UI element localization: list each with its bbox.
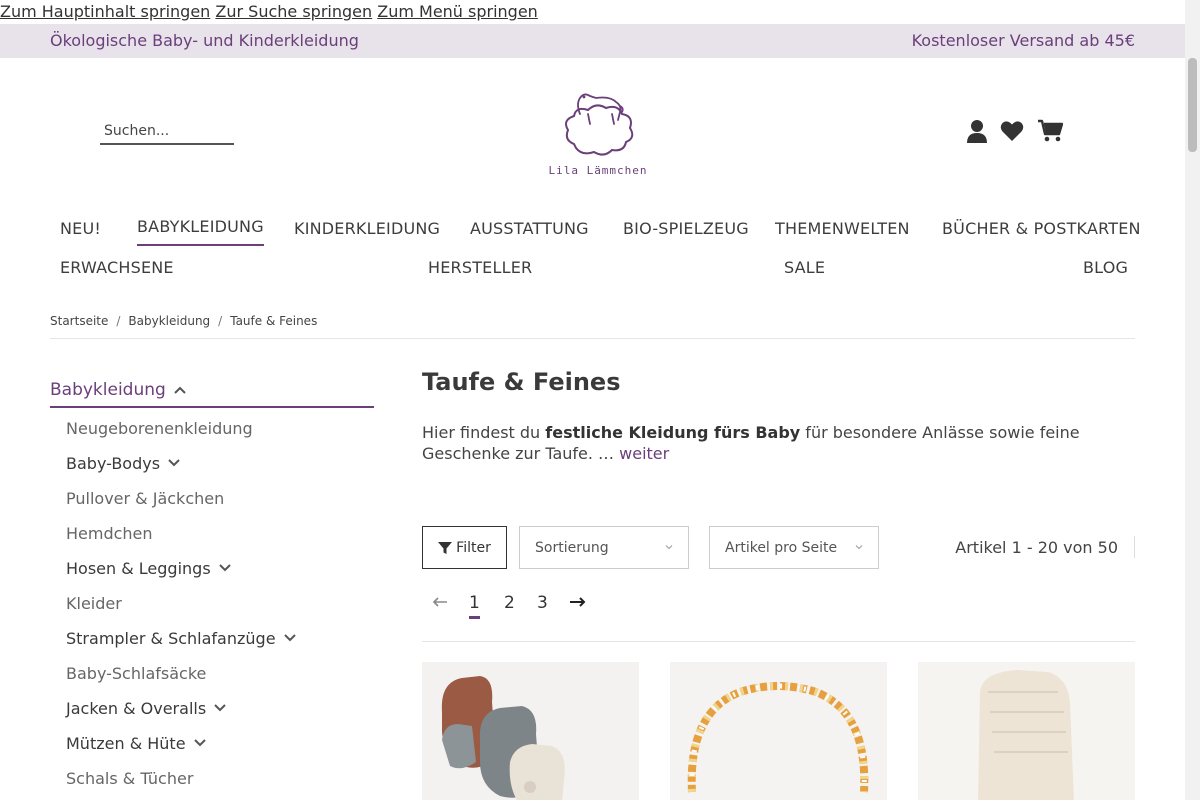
nav-item-babykleidung[interactable]: BABYKLEIDUNG xyxy=(137,210,264,246)
breadcrumb-current: Taufe & Feines xyxy=(230,314,318,328)
page-title: Taufe & Feines xyxy=(422,368,621,396)
skip-to-search-link[interactable]: Zur Suche springen xyxy=(215,2,372,21)
chevron-down-icon[interactable] xyxy=(283,634,296,642)
sidebar-item-kleider[interactable]: Kleider xyxy=(66,591,122,615)
logo[interactable]: Lila Lämmchen xyxy=(540,84,656,184)
breadcrumb: Startseite / Babykleidung / Taufe & Feines xyxy=(50,314,317,328)
sidebar-item-label: Hemdchen xyxy=(66,523,153,543)
category-sidebar: Babykleidung Neugeborenenkleidung Baby-B… xyxy=(50,374,374,788)
nav-item-sale[interactable]: SALE xyxy=(784,249,825,287)
page-1[interactable]: 1 xyxy=(469,590,480,619)
knit-bonnet-image xyxy=(918,662,1135,800)
sort-select-label: Sortierung xyxy=(535,539,609,556)
search-placeholder: Suchen... xyxy=(104,123,170,139)
tagline: Ökologische Baby- und Kinderkleidung xyxy=(50,31,359,50)
page-3[interactable]: 3 xyxy=(537,590,548,616)
read-more-link[interactable]: weiter xyxy=(619,444,669,463)
chevron-down-icon xyxy=(665,545,673,550)
top-info-bar: Ökologische Baby- und Kinderkleidung Kos… xyxy=(0,24,1185,58)
article-count: Artikel 1 - 20 von 50 xyxy=(955,538,1118,557)
sidebar-item-label: Neugeborenenkleidung xyxy=(66,418,253,438)
sidebar-heading-label: Babykleidung xyxy=(50,380,166,400)
skip-links: Zum Hauptinhalt springen Zur Suche sprin… xyxy=(0,0,1185,24)
filter-icon xyxy=(438,541,453,554)
sidebar-item-label: Schals & Tücher xyxy=(66,768,194,788)
nav-item-themenwelten[interactable]: THEMENWELTEN xyxy=(775,210,910,248)
divider xyxy=(50,338,1135,339)
nav-item-neu[interactable]: NEU! xyxy=(60,210,101,248)
per-page-select-label: Artikel pro Seite xyxy=(725,539,838,556)
sidebar-item-pullover[interactable]: Pullover & Jäckchen xyxy=(66,486,224,510)
nav-item-erwachsene[interactable]: ERWACHSENE xyxy=(60,249,174,287)
chevron-up-icon xyxy=(174,386,186,394)
sidebar-item-strampler[interactable]: Strampler & Schlafanzüge xyxy=(66,626,296,650)
brand-name: Lila Lämmchen xyxy=(548,164,648,177)
sidebar-heading[interactable]: Babykleidung xyxy=(50,374,374,408)
sidebar-item-baby-bodys[interactable]: Baby-Bodys xyxy=(66,451,180,475)
chevron-down-icon[interactable] xyxy=(214,704,226,712)
user-icon[interactable] xyxy=(962,116,992,146)
category-description: Hier findest du festliche Kleidung fürs … xyxy=(422,422,1135,464)
sidebar-item-label: Baby-Bodys xyxy=(66,453,161,473)
sidebar-item-schals-tuecher[interactable]: Schals & Tücher xyxy=(66,766,193,790)
sidebar-item-hemdchen[interactable]: Hemdchen xyxy=(66,521,153,545)
chevron-down-icon[interactable] xyxy=(218,564,231,572)
skip-to-menu-link[interactable]: Zum Menü springen xyxy=(377,2,538,21)
description-text: Hier findest du xyxy=(422,423,546,442)
divider xyxy=(422,641,1135,642)
nav-item-hersteller[interactable]: HERSTELLER xyxy=(428,249,532,287)
nav-item-kinderkleidung[interactable]: KINDERKLEIDUNG xyxy=(294,210,440,248)
chevron-down-icon xyxy=(855,545,863,550)
description-bold: festliche Kleidung fürs Baby xyxy=(545,423,801,442)
nav-item-blog[interactable]: BLOG xyxy=(1083,249,1128,287)
divider xyxy=(1134,536,1135,558)
sidebar-item-label: Pullover & Jäckchen xyxy=(66,488,225,508)
lamb-cloud-logo-icon xyxy=(565,93,634,156)
nav-item-ausstattung[interactable]: AUSSTATTUNG xyxy=(470,210,589,248)
sidebar-item-muetzen-huete[interactable]: Mützen & Hüte xyxy=(66,731,206,755)
breadcrumb-home[interactable]: Startseite xyxy=(50,314,108,328)
search-input[interactable]: Suchen... xyxy=(100,121,234,145)
next-page-icon[interactable] xyxy=(569,591,587,621)
scrollbar-thumb[interactable] xyxy=(1188,58,1197,152)
filter-label: Filter xyxy=(456,539,491,556)
per-page-select[interactable]: Artikel pro Seite xyxy=(709,526,879,569)
sidebar-item-neugeborenenkleidung[interactable]: Neugeborenenkleidung xyxy=(66,416,253,440)
product-image-knit-bonnet[interactable] xyxy=(918,662,1135,800)
breadcrumb-separator: / xyxy=(218,314,223,328)
sidebar-item-label: Mützen & Hüte xyxy=(66,733,186,753)
sidebar-item-hosen-leggings[interactable]: Hosen & Leggings xyxy=(66,556,231,580)
nav-item-bio-spielzeug[interactable]: BIO-SPIELZEUG xyxy=(623,210,749,248)
amber-necklace-image xyxy=(670,662,887,800)
cart-icon[interactable] xyxy=(1035,116,1065,146)
page-2[interactable]: 2 xyxy=(504,590,515,616)
product-image-amber-necklace[interactable] xyxy=(670,662,887,800)
breadcrumb-separator: / xyxy=(116,314,121,328)
product-image-booties[interactable] xyxy=(422,662,639,800)
heart-icon[interactable] xyxy=(997,116,1027,146)
prev-page-icon[interactable] xyxy=(432,591,448,621)
sidebar-item-jacken-overalls[interactable]: Jacken & Overalls xyxy=(66,696,226,720)
filter-button[interactable]: Filter xyxy=(422,526,507,569)
sidebar-item-label: Strampler & Schlafanzüge xyxy=(66,628,276,648)
chevron-down-icon[interactable] xyxy=(193,739,206,747)
sidebar-item-label: Kleider xyxy=(66,593,122,613)
shipping-note: Kostenloser Versand ab 45€ xyxy=(911,31,1135,50)
sidebar-item-schlafsaecke[interactable]: Baby-Schlafsäcke xyxy=(66,661,206,685)
nav-item-buecher-postkarten[interactable]: BÜCHER & POSTKARTEN xyxy=(942,210,1141,248)
sidebar-item-label: Hosen & Leggings xyxy=(66,558,211,578)
booties-image xyxy=(422,662,639,800)
chevron-down-icon[interactable] xyxy=(168,459,180,467)
skip-to-content-link[interactable]: Zum Hauptinhalt springen xyxy=(0,2,210,21)
breadcrumb-babykleidung[interactable]: Babykleidung xyxy=(128,314,210,328)
sidebar-item-label: Baby-Schlafsäcke xyxy=(66,663,207,683)
sort-select[interactable]: Sortierung xyxy=(519,526,689,569)
sidebar-item-label: Jacken & Overalls xyxy=(66,698,207,718)
